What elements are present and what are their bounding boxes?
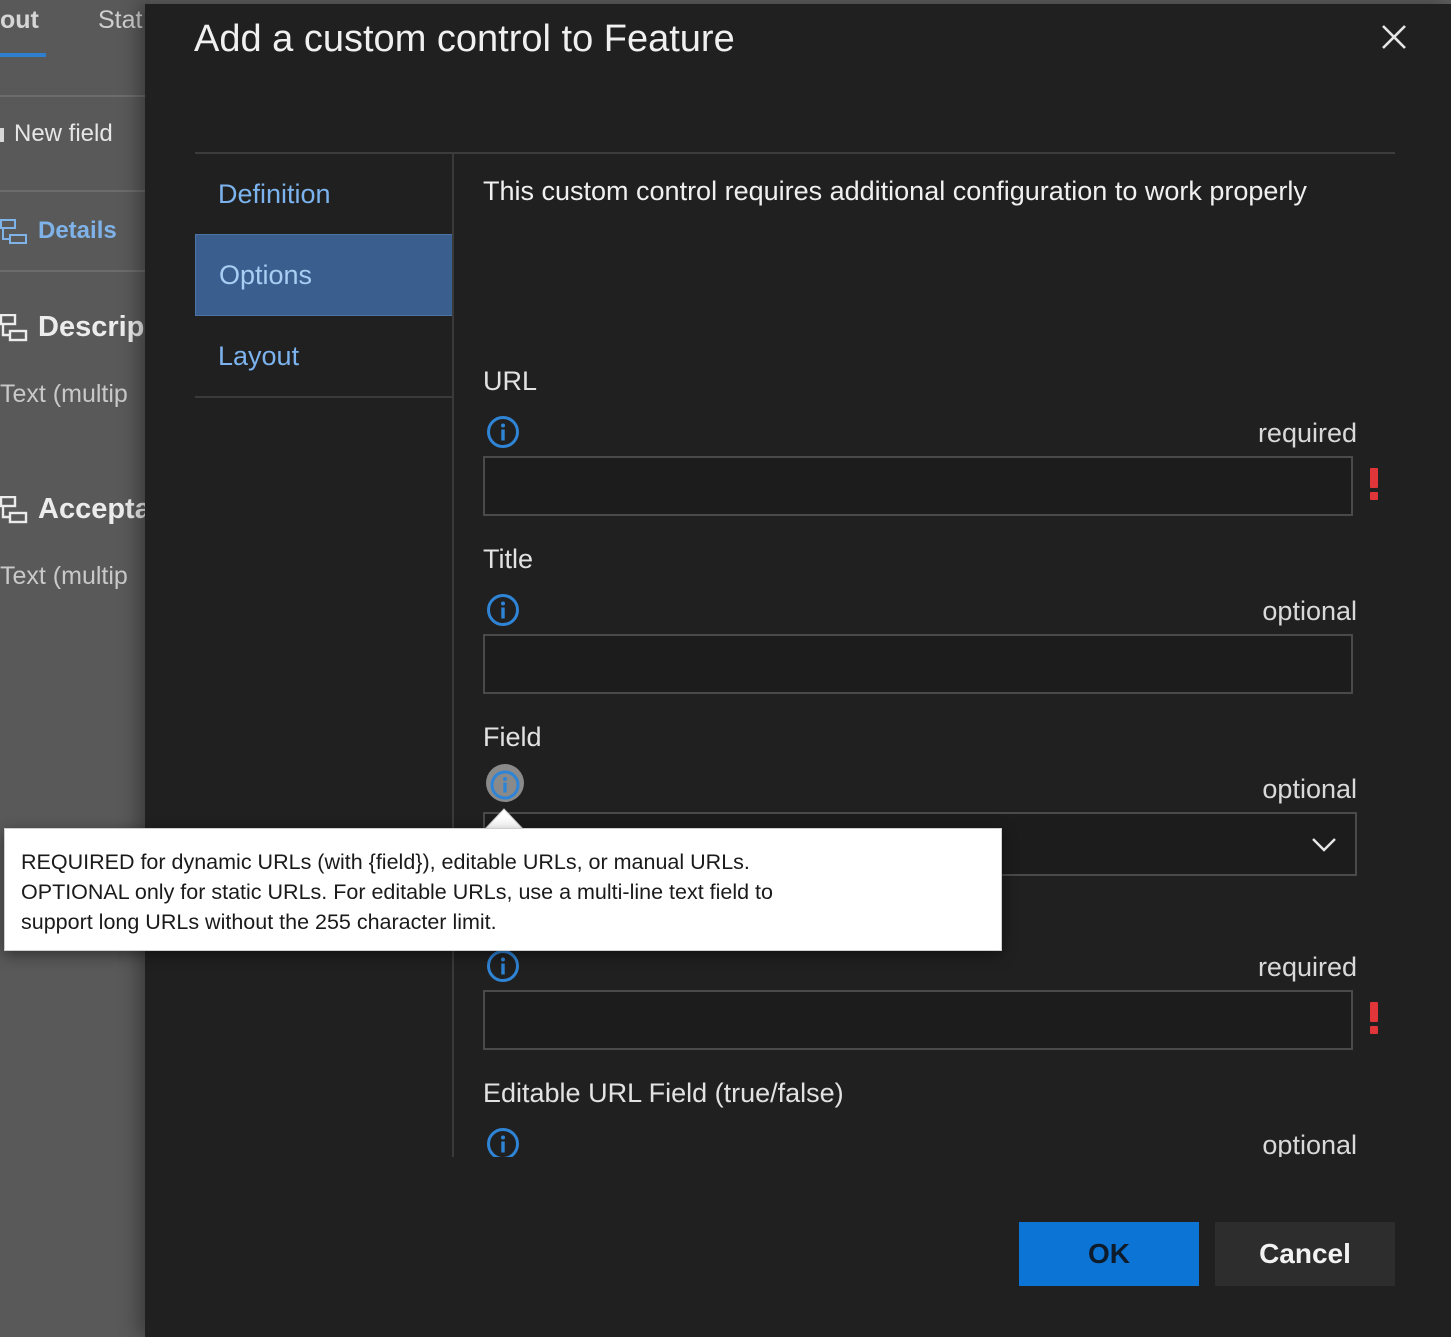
info-icon [490,770,520,800]
new-field-label: New field [14,120,113,147]
field-requirement: optional [1262,774,1357,804]
info-tooltip: REQUIRED for dynamic URLs (with {field})… [4,828,1002,951]
group-acceptance-title: Accepta [38,493,151,525]
divider [0,190,150,192]
hovered-info-icon[interactable] [486,764,524,802]
tab-states[interactable]: Stat [98,6,142,35]
nav-separator [452,154,454,1157]
nav-divider [195,396,453,398]
manual-url-input[interactable] [483,990,1353,1050]
group-description-title: Descrip [38,311,145,343]
tab-layout[interactable]: out [0,6,39,35]
group-icon [0,314,28,342]
title-requirement: optional [1262,596,1357,626]
group-description-type: Text (multip [0,380,128,408]
divider [0,270,150,272]
info-icon[interactable] [486,593,520,627]
group-acceptance[interactable]: Accepta [0,493,151,526]
tooltip-arrow [484,808,524,830]
nav-item-definition[interactable]: Definition [195,154,453,234]
tab-active-indicator [0,53,46,57]
chevron-down-icon [1312,838,1336,852]
close-icon[interactable] [1377,20,1411,54]
plus-icon [0,127,4,142]
url-label: URL [483,366,538,396]
tooltip-line: OPTIONAL only for static URLs. For edita… [21,880,773,904]
error-icon [1370,468,1378,500]
title-input[interactable] [483,634,1353,694]
url-requirement: required [1257,418,1357,448]
group-description[interactable]: Descrip [0,311,144,344]
info-icon[interactable] [486,949,520,983]
nav-item-options[interactable]: Options [195,234,453,316]
group-icon [0,218,27,244]
options-panel[interactable]: This custom control requires additional … [483,154,1413,1157]
configuration-notice: This custom control requires additional … [483,176,1307,206]
editable-url-label: Editable URL Field (true/false) [483,1078,844,1108]
manual-url-requirement: required [1257,952,1357,982]
dialog-nav: Definition Options Layout [195,154,453,398]
group-acceptance-type: Text (multip [0,562,128,590]
dialog-title: Add a custom control to Feature [194,18,735,60]
tooltip-line: REQUIRED for dynamic URLs (with {field})… [21,850,750,874]
group-details-label: Details [38,217,117,244]
new-field-button[interactable]: New field [0,120,113,148]
custom-control-dialog: Add a custom control to Feature Definiti… [145,4,1451,1337]
nav-item-layout[interactable]: Layout [195,316,453,396]
group-details[interactable]: Details [0,217,117,245]
field-label: Field [483,722,542,752]
editable-url-requirement: optional [1262,1130,1357,1157]
cancel-button[interactable]: Cancel [1215,1222,1395,1286]
background-page: out Stat New field Details Descrip Text … [0,0,151,1337]
tooltip-line: support long URLs without the 255 charac… [21,910,497,934]
info-icon[interactable] [486,1127,520,1157]
info-icon[interactable] [486,415,520,449]
title-label: Title [483,544,534,574]
group-icon [0,496,28,524]
divider [0,95,150,97]
ok-button[interactable]: OK [1019,1222,1199,1286]
url-input[interactable] [483,456,1353,516]
error-icon [1370,1002,1378,1034]
